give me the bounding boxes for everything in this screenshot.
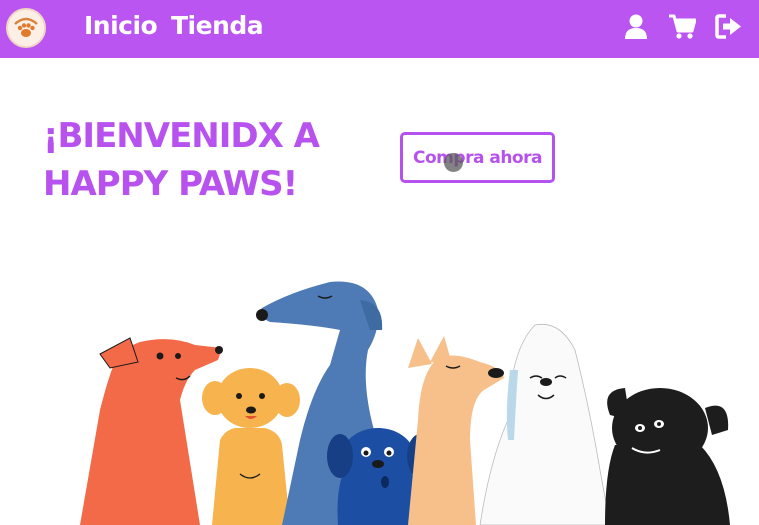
- nav-link-tienda[interactable]: Tienda: [171, 11, 264, 40]
- mouse-cursor: [444, 153, 463, 172]
- top-navbar: Inicio Tienda: [0, 0, 759, 58]
- logout-icon[interactable]: [715, 14, 743, 44]
- white-dog: [479, 323, 611, 525]
- black-dog: [605, 388, 730, 525]
- orange-dog: [80, 337, 223, 525]
- yellow-dog: [202, 368, 300, 525]
- nav-link-inicio[interactable]: Inicio: [84, 11, 158, 40]
- cart-icon[interactable]: [669, 14, 697, 44]
- happy-paws-logo[interactable]: [6, 8, 46, 48]
- hero-title-line2: HAPPY PAWS!: [43, 164, 298, 204]
- user-icon[interactable]: [624, 14, 648, 44]
- hero-title-line1: ¡BIENVENIDX A: [43, 116, 320, 156]
- paw-logo-icon: [9, 11, 43, 45]
- dogs-group-illustration: [80, 281, 730, 525]
- shop-now-button[interactable]: Compra ahora: [400, 132, 555, 183]
- hero-title: ¡BIENVENIDX A HAPPY PAWS!: [43, 112, 373, 208]
